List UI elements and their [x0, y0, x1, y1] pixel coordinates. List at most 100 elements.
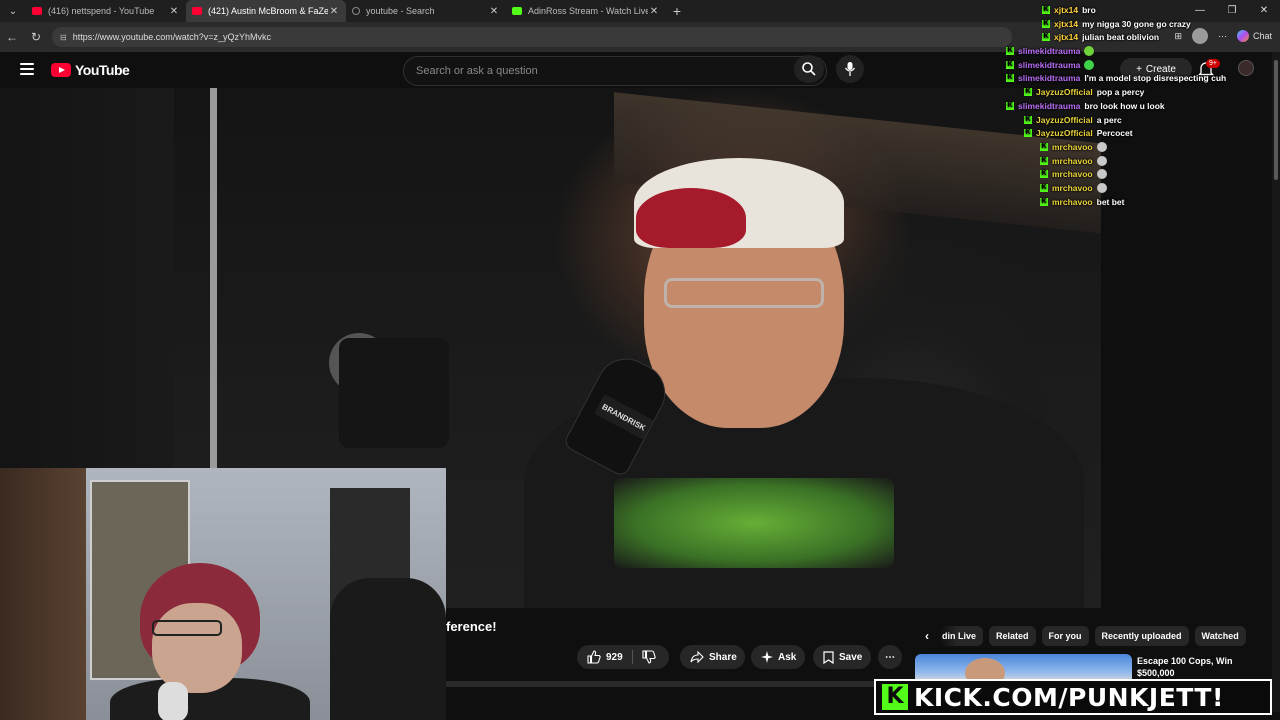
new-tab-icon[interactable]: +	[666, 3, 688, 19]
copilot-chat-button[interactable]: Chat	[1236, 30, 1272, 42]
share-button[interactable]: Share	[680, 645, 745, 669]
chat-username[interactable]: xjtx14	[1054, 19, 1078, 29]
chip-live[interactable]: din Live	[940, 626, 984, 646]
browser-tab[interactable]: (416) nettspend - YouTube ✕	[26, 0, 186, 22]
tab-close-icon[interactable]: ✕	[328, 6, 340, 17]
video-frame-speaker: BRANDRISK	[464, 148, 1084, 608]
kick-favicon-icon	[512, 7, 522, 15]
scrollbar-thumb[interactable]	[1274, 60, 1278, 180]
profile-avatar-icon[interactable]	[1191, 28, 1208, 44]
chat-username[interactable]: xjtx14	[1054, 32, 1078, 42]
chat-username[interactable]: mrchavoo	[1052, 197, 1093, 207]
tab-close-icon[interactable]: ✕	[488, 6, 500, 17]
like-dislike-button[interactable]: 929	[577, 645, 669, 669]
chip-related[interactable]: Related	[989, 626, 1036, 646]
recommendation-chips: ‹ din Live Related For you Recently uplo…	[920, 626, 1246, 646]
recommended-title-line: Escape 100 Cops, Win	[1137, 656, 1233, 666]
chat-message: K JayzuzOfficial pop a percy	[1024, 85, 1144, 98]
horizontal-scrollbar[interactable]	[446, 681, 876, 687]
video-scene-pole	[210, 88, 217, 468]
url-text: https://www.youtube.com/watch?v=z_yQzYhM…	[72, 32, 272, 42]
video-camera	[339, 338, 449, 448]
shirt-print	[614, 478, 894, 568]
chat-message: Kmrchavoo bet bet	[1040, 195, 1125, 208]
kick-badge-icon: K	[1006, 73, 1014, 82]
chip-recently-uploaded[interactable]: Recently uploaded	[1094, 626, 1189, 646]
kick-badge-icon: K	[1024, 128, 1032, 137]
chat-username[interactable]: slimekidtrauma	[1018, 60, 1080, 70]
browser-tab[interactable]: youtube - Search ✕	[346, 0, 506, 22]
more-actions-button[interactable]: ⋯	[878, 645, 902, 669]
chat-text: bro look how u look	[1084, 100, 1165, 111]
webcam-shelf	[0, 468, 86, 720]
kick-badge-icon: K	[1042, 32, 1050, 41]
youtube-play-icon	[51, 63, 71, 77]
youtube-logo[interactable]: YouTube	[51, 62, 130, 78]
page-scrollbar[interactable]	[1272, 52, 1280, 712]
page-background	[0, 88, 174, 468]
recommended-video-title[interactable]: Escape 100 Cops, Win $500,000	[1137, 655, 1267, 679]
chat-username[interactable]: mrchavoo	[1052, 183, 1093, 193]
chat-message: Kmrchavoo	[1040, 167, 1107, 180]
ask-button[interactable]: Ask	[751, 645, 805, 669]
bookmark-icon	[823, 650, 834, 664]
chat-username[interactable]: JayzuzOfficial	[1036, 115, 1093, 125]
browser-tab-active[interactable]: (421) Austin McBroom & FaZe Ter ✕	[186, 0, 346, 22]
youtube-wordmark: YouTube	[75, 62, 130, 78]
chat-message: Kslimekidtrauma	[1006, 44, 1095, 57]
thumbs-down-icon[interactable]	[642, 650, 656, 664]
chat-emote-icon	[1096, 141, 1107, 152]
tab-close-icon[interactable]: ✕	[648, 6, 660, 17]
youtube-favicon-icon	[192, 7, 202, 15]
address-bar[interactable]: ⊟ https://www.youtube.com/watch?v=z_yQzY…	[52, 27, 1012, 47]
chat-text: I'm a model stop disrespecting cuh	[1084, 72, 1227, 83]
browser-tab[interactable]: AdinRoss Stream - Watch Live on K ✕	[506, 0, 666, 22]
chip-watched[interactable]: Watched	[1194, 626, 1246, 646]
chevron-left-icon[interactable]: ‹	[920, 629, 934, 643]
chat-text: bet bet	[1096, 196, 1125, 207]
chat-message: Kxjtx14 bro	[1042, 3, 1096, 16]
like-count: 929	[606, 651, 623, 663]
chat-emote-icon	[1096, 182, 1107, 193]
chat-message: K JayzuzOfficial Percocet	[1024, 126, 1133, 139]
chat-username[interactable]: mrchavoo	[1052, 169, 1093, 179]
account-avatar[interactable]	[1238, 60, 1254, 76]
voice-search-button[interactable]	[836, 55, 864, 83]
back-arrow-icon[interactable]: ←	[0, 30, 24, 44]
menu-icon[interactable]	[20, 63, 34, 75]
search-favicon-icon	[352, 7, 360, 15]
kick-badge-icon: K	[1040, 142, 1048, 151]
maximize-icon[interactable]: ❐	[1216, 0, 1248, 22]
save-label: Save	[839, 651, 863, 663]
chat-username[interactable]: mrchavoo	[1052, 156, 1093, 166]
chat-username[interactable]: JayzuzOfficial	[1036, 87, 1093, 97]
tab-search-menu-icon[interactable]: ⌄	[0, 0, 26, 22]
window-controls: — ❐ ✕	[1184, 0, 1280, 22]
save-button[interactable]: Save	[813, 645, 871, 669]
chat-text: my nigga 30 gone go crazy	[1082, 18, 1191, 29]
chat-emote-icon	[1084, 45, 1095, 56]
browser-menu-icon[interactable]: ⋯	[1218, 31, 1227, 42]
chat-username[interactable]: slimekidtrauma	[1018, 101, 1080, 111]
close-window-icon[interactable]: ✕	[1248, 0, 1280, 22]
chip-for-you[interactable]: For you	[1041, 626, 1089, 646]
copilot-icon	[1236, 30, 1249, 42]
search-input[interactable]: Search or ask a question	[403, 56, 827, 86]
chat-username[interactable]: xjtx14	[1054, 5, 1078, 15]
speaker-glasses	[664, 278, 824, 308]
microphone-icon	[844, 62, 856, 76]
kick-promo-banner: K KICK.COM/PUNKJETT!	[874, 679, 1272, 715]
notification-badge: 9+	[1206, 59, 1220, 68]
reload-icon[interactable]: ↻	[24, 30, 48, 44]
like-divider	[631, 650, 633, 664]
extensions-icon[interactable]: ⊞	[1174, 31, 1182, 42]
chat-username[interactable]: JayzuzOfficial	[1036, 128, 1093, 138]
chat-username[interactable]: mrchavoo	[1052, 142, 1093, 152]
tab-close-icon[interactable]: ✕	[168, 6, 180, 17]
search-button[interactable]	[794, 55, 824, 83]
chat-username[interactable]: slimekidtrauma	[1018, 73, 1080, 83]
chat-username[interactable]: slimekidtrauma	[1018, 46, 1080, 56]
chat-emote-icon	[1096, 155, 1107, 166]
site-info-icon[interactable]: ⊟	[60, 33, 67, 42]
gaming-chair	[330, 578, 446, 720]
